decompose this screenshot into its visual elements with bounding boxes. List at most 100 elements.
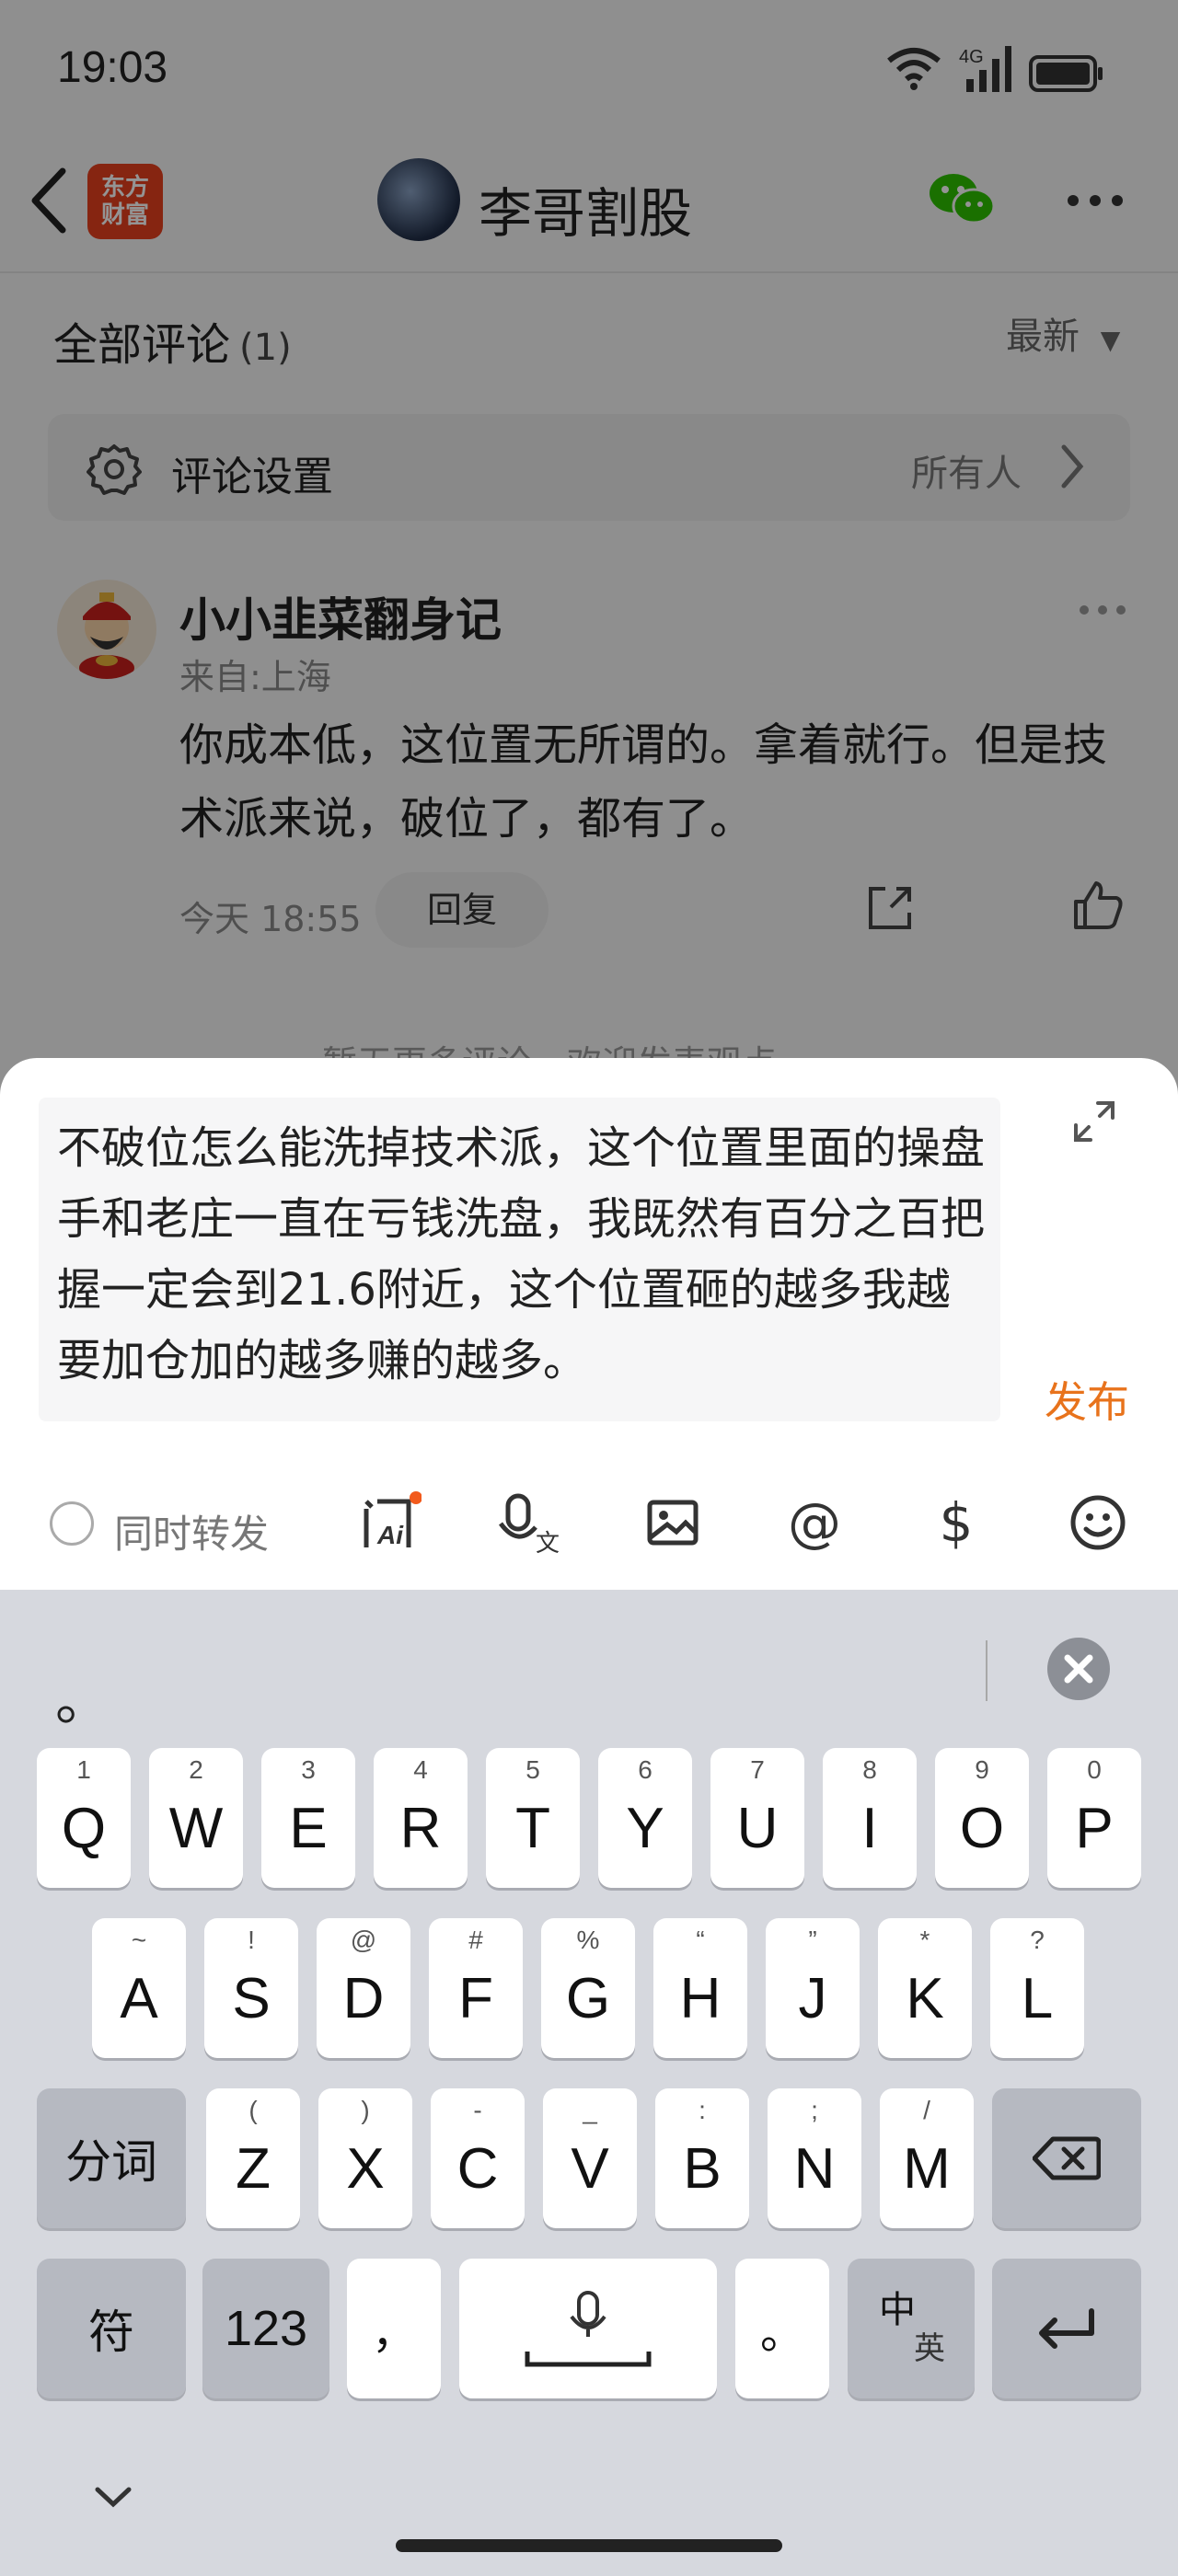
comma-key[interactable]: ，	[347, 2259, 441, 2398]
key-o[interactable]: 9O	[935, 1748, 1029, 1888]
key-hint: )	[361, 2096, 370, 2124]
key-letter: B	[683, 2136, 722, 2201]
key-t[interactable]: 5T	[486, 1748, 580, 1888]
period-key-label: 。	[759, 2307, 804, 2359]
key-c[interactable]: -C	[431, 2088, 525, 2228]
key-hint: _	[583, 2096, 597, 2124]
svg-text:Ai: Ai	[376, 1521, 404, 1549]
key-letter: F	[458, 1966, 493, 2030]
key-x[interactable]: ) X	[318, 2088, 412, 2228]
language-switch-key[interactable]: 中 英	[848, 2259, 975, 2398]
key-p[interactable]: 0P	[1047, 1748, 1141, 1888]
key-hint: ;	[811, 2096, 818, 2124]
key-letter: Z	[236, 2136, 271, 2201]
comment-input-text[interactable]: 不破位怎么能洗掉技术派，这个位置里面的操盘手和老庄一直在亏钱洗盘，我既然有百分之…	[57, 1113, 987, 1397]
key-hint: 2	[189, 1755, 203, 1784]
key-y[interactable]: 6Y	[598, 1748, 692, 1888]
key-letter: S	[232, 1966, 271, 2030]
key-hint: ”	[808, 1926, 817, 1954]
key-letter: K	[906, 1966, 944, 2030]
key-g[interactable]: % G	[541, 1918, 635, 2058]
svg-text:文: 文	[536, 1530, 560, 1555]
backspace-key[interactable]	[992, 2088, 1141, 2228]
key-hint: @	[350, 1926, 377, 1954]
key-hint: 4	[413, 1755, 428, 1784]
lang-en-label: 英	[914, 2330, 945, 2367]
key-hint: ~	[131, 1926, 147, 1954]
key-hint: :	[699, 2096, 706, 2124]
key-letter: Q	[61, 1796, 107, 1860]
key-letter: T	[515, 1796, 550, 1860]
close-icon	[1064, 1654, 1093, 1684]
key-letter: D	[342, 1966, 385, 2030]
key-hint: (	[248, 2096, 258, 2124]
key-letter: P	[1075, 1796, 1114, 1860]
key-hint: 7	[750, 1755, 765, 1784]
key-hint: #	[468, 1926, 483, 1954]
numbers-key[interactable]: 123	[202, 2259, 329, 2398]
repost-label: 同时转发	[114, 1512, 270, 1557]
publish-button[interactable]: 发布	[1045, 1369, 1129, 1430]
key-u[interactable]: 7U	[710, 1748, 804, 1888]
key-letter: I	[861, 1796, 878, 1860]
period-key[interactable]: 。	[735, 2259, 829, 2398]
numbers-key-label: 123	[224, 2301, 308, 2356]
key-letter: E	[289, 1796, 328, 1860]
enter-key[interactable]	[992, 2259, 1141, 2398]
repost-checkbox[interactable]	[50, 1501, 94, 1546]
key-a[interactable]: ~ A	[92, 1918, 186, 2058]
key-hint: %	[576, 1926, 600, 1954]
symbol-key-label: 符	[88, 2306, 134, 2359]
key-f[interactable]: # F	[429, 1918, 523, 2058]
key-q[interactable]: 1Q	[37, 1748, 131, 1888]
key-hint: 0	[1087, 1755, 1102, 1784]
candidate-text[interactable]: 。	[55, 1656, 110, 1736]
space-key[interactable]	[459, 2259, 717, 2398]
key-z[interactable]: (Z	[206, 2088, 300, 2228]
key-d[interactable]: @ D	[317, 1918, 410, 2058]
at-icon[interactable]: @	[782, 1490, 847, 1555]
key-letter: A	[120, 1966, 158, 2030]
key-letter: N	[793, 2136, 836, 2201]
clear-candidate-button[interactable]	[1047, 1638, 1110, 1700]
ai-ask-icon[interactable]: Ai	[357, 1490, 422, 1555]
key-i[interactable]: 8I	[823, 1748, 917, 1888]
lang-cn-label: 中	[879, 2289, 916, 2331]
key-m[interactable]: / M	[880, 2088, 974, 2228]
key-hint: “	[696, 1926, 705, 1954]
expand-icon[interactable]	[1072, 1099, 1116, 1144]
candidate-divider	[986, 1640, 987, 1701]
key-hint: 3	[301, 1755, 316, 1784]
key-n[interactable]: ; N	[768, 2088, 861, 2228]
key-j[interactable]: ” J	[766, 1918, 860, 2058]
image-icon[interactable]	[641, 1490, 705, 1555]
emoji-icon[interactable]	[1066, 1490, 1130, 1555]
key-letter: L	[1021, 1966, 1054, 2030]
key-v[interactable]: _ V	[543, 2088, 637, 2228]
symbol-key[interactable]: 符	[37, 2259, 186, 2398]
key-s[interactable]: ! S	[204, 1918, 298, 2058]
key-r[interactable]: 4R	[374, 1748, 468, 1888]
key-b[interactable]: :B	[655, 2088, 749, 2228]
key-letter: O	[959, 1796, 1005, 1860]
segment-key[interactable]: 分词	[37, 2088, 186, 2228]
segment-key-label: 分词	[65, 2135, 157, 2189]
chevron-down-icon[interactable]	[92, 2484, 134, 2512]
key-hint: !	[248, 1926, 255, 1954]
microphone-icon	[525, 2291, 652, 2367]
return-icon	[1039, 2308, 1094, 2349]
key-hint: -	[473, 2096, 482, 2124]
home-indicator	[396, 2539, 782, 2552]
voice-translate-icon[interactable]: 文	[499, 1490, 563, 1555]
key-w[interactable]: 2W	[149, 1748, 243, 1888]
key-hint: 6	[638, 1755, 653, 1784]
key-h[interactable]: “H	[653, 1918, 747, 2058]
key-letter: V	[571, 2136, 609, 2201]
key-l[interactable]: ? L	[990, 1918, 1084, 2058]
key-hint: /	[923, 2096, 930, 2124]
backspace-icon	[1033, 2136, 1101, 2180]
dollar-icon[interactable]: $	[924, 1490, 988, 1555]
key-k[interactable]: * K	[878, 1918, 972, 2058]
key-letter: C	[456, 2136, 499, 2201]
key-e[interactable]: 3E	[261, 1748, 355, 1888]
